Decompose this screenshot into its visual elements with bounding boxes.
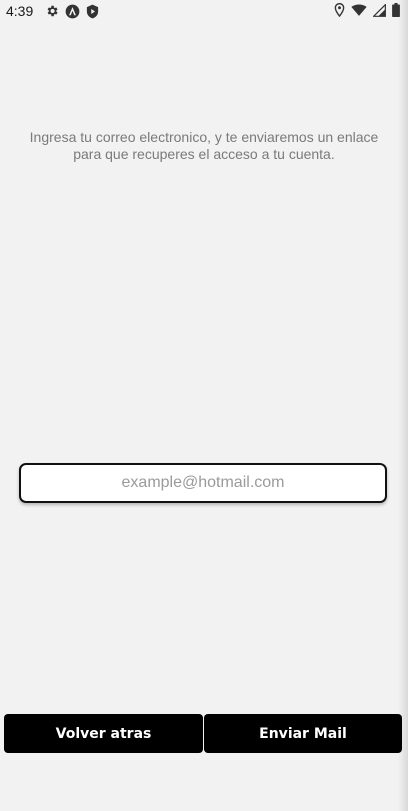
gear-icon [45, 4, 59, 18]
status-bar-left: 4:39 [6, 3, 99, 19]
location-icon [334, 3, 345, 17]
wifi-icon [351, 3, 367, 17]
status-bar: 4:39 [0, 0, 408, 22]
navigation-a-icon [65, 4, 80, 19]
battery-icon [392, 3, 400, 17]
edge-shadow [398, 0, 408, 811]
back-button[interactable]: Volver atras [4, 714, 203, 753]
shield-play-icon [86, 4, 99, 19]
recovery-instruction-text: Ingresa tu correo electronico, y te envi… [29, 129, 379, 162]
status-bar-right [334, 3, 400, 17]
status-time: 4:39 [6, 3, 34, 19]
email-field[interactable] [19, 463, 387, 503]
password-recovery-screen: 4:39 Ingresa tu correo electronico, y te… [0, 0, 408, 811]
send-mail-button[interactable]: Enviar Mail [204, 714, 402, 753]
signal-icon [373, 3, 386, 17]
